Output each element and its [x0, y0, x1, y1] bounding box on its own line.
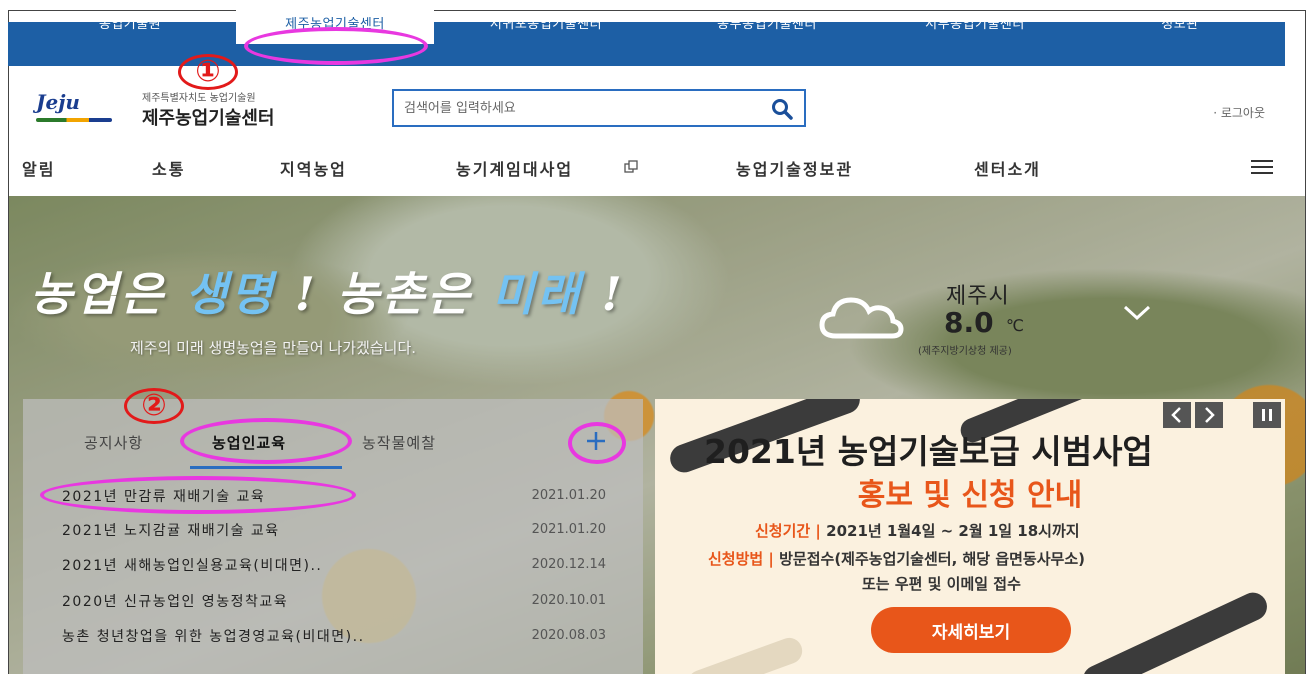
nav-item-about[interactable]: 센터소개 — [974, 156, 1041, 180]
method-label: 신청방법 | — [708, 550, 774, 568]
slogan-part: ! 농촌은 — [275, 267, 492, 321]
site-tab-agri-institute[interactable]: 농업기술원 — [40, 0, 220, 44]
list-item-date: 2021.01.20 — [531, 522, 606, 537]
period-label: 신청기간 | — [755, 522, 821, 540]
period-value: 2021년 1월4일 ~ 2월 1일 18시까지 — [820, 522, 1080, 540]
banner-prev-button[interactable] — [1163, 402, 1191, 428]
site-tab-seogwipo-center[interactable]: 서귀포농업기술센터 — [446, 0, 646, 44]
chevron-left-icon — [1171, 407, 1181, 423]
slogan-part: 농업은 — [30, 267, 185, 321]
weather-source: (제주지방기상청 제공) — [918, 346, 1012, 357]
banner-title: 2021년 농업기술보급 시범사업 — [704, 432, 1153, 471]
cloud-icon — [819, 297, 904, 339]
pause-icon — [1262, 409, 1272, 421]
hero-slogan: 농업은 생명 ! 농촌은 미래 ! — [30, 258, 625, 324]
slogan-part: ! — [582, 267, 625, 321]
banner-method-cont: 또는 우편 및 이메일 접수 — [862, 575, 1021, 593]
list-item-title[interactable]: 농촌 청년창업을 위한 농업경영교육(비대면).. — [62, 626, 365, 646]
search-input[interactable] — [404, 98, 754, 118]
external-link-icon — [624, 160, 638, 173]
nav-item-communication[interactable]: 소통 — [152, 156, 185, 180]
tab-crop-forecast[interactable]: 농작물예찰 — [362, 432, 436, 453]
weather-temperature: 8.0 — [944, 306, 994, 339]
more-plus-icon[interactable] — [583, 428, 609, 454]
logout-link[interactable]: · 로그아웃 — [1213, 104, 1265, 121]
list-item-title[interactable]: 2021년 노지감귤 재배기술 교육 — [62, 520, 280, 540]
view-details-button[interactable]: 자세히보기 — [871, 607, 1071, 653]
hamburger-menu-icon[interactable] — [1251, 160, 1273, 174]
active-tab-indicator — [190, 466, 342, 469]
list-item-title[interactable]: 2020년 신규농업인 영농정착교육 — [62, 591, 288, 611]
slogan-accent: 생명 — [184, 267, 276, 321]
banner-method: 신청방법 | 방문접수(제주농업기술센터, 해당 읍면동사무소) — [708, 548, 1085, 569]
hero-subtitle: 제주의 미래 생명농업을 만들어 나가겠습니다. — [130, 339, 417, 357]
logo-text: Jeju — [36, 90, 80, 114]
nav-item-regional-agriculture[interactable]: 지역농업 — [280, 156, 347, 180]
banner-decor-stripe — [1078, 588, 1272, 674]
org-name[interactable]: 제주농업기술센터 — [142, 104, 274, 130]
nav-item-notice[interactable]: 알림 — [22, 156, 55, 180]
list-item[interactable]: 2021년 노지감귤 재배기술 교육 2021.01.20 — [62, 520, 612, 542]
site-tab-jeju-center[interactable]: 제주농업기술센터 — [236, 0, 434, 44]
banner-next-button[interactable] — [1195, 402, 1223, 428]
banner-period: 신청기간 | 2021년 1월4일 ~ 2월 1일 18시까지 — [755, 520, 1080, 541]
list-item-date: 2020.12.14 — [531, 557, 606, 572]
list-item[interactable]: 2021년 새해농업인실용교육(비대면).. 2020.12.14 — [62, 555, 612, 577]
list-item-date: 2021.01.20 — [531, 488, 606, 503]
annotation-marker-2: ② — [124, 388, 184, 424]
search-icon[interactable] — [770, 97, 794, 121]
chevron-down-icon[interactable] — [1122, 304, 1152, 322]
tab-notice[interactable]: 공지사항 — [84, 432, 143, 453]
list-item[interactable]: 2020년 신규농업인 영농정착교육 2020.10.01 — [62, 591, 612, 613]
list-item[interactable]: 2021년 만감류 재배기술 교육 2021.01.20 — [62, 486, 612, 508]
logo-swoosh — [36, 118, 112, 122]
nav-item-tech-info[interactable]: 농업기술정보관 — [736, 156, 853, 180]
weather-unit: ℃ — [1006, 316, 1024, 335]
nav-item-machinery-rental[interactable]: 농기계임대사업 — [456, 156, 573, 180]
site-tab-east-center[interactable]: 동부농업기술센터 — [672, 0, 862, 44]
site-tab-info-hall[interactable]: 정보관 — [1090, 0, 1270, 44]
slogan-accent: 미래 — [491, 267, 583, 321]
search-box — [392, 89, 806, 127]
org-parent-name: 제주특별자치도 농업기술원 — [142, 93, 256, 104]
tab-farmer-education[interactable]: 농업인교육 — [212, 432, 286, 453]
banner-pause-button[interactable] — [1253, 402, 1281, 428]
banner-decor-stripe — [684, 634, 806, 674]
list-item-title[interactable]: 2021년 만감류 재배기술 교육 — [62, 486, 265, 506]
list-item[interactable]: 농촌 청년창업을 위한 농업경영교육(비대면).. 2020.08.03 — [62, 626, 612, 648]
list-item-date: 2020.10.01 — [531, 593, 606, 608]
list-item-title[interactable]: 2021년 새해농업인실용교육(비대면).. — [62, 555, 322, 575]
list-item-date: 2020.08.03 — [531, 628, 606, 643]
site-tab-west-center[interactable]: 서부농업기술센터 — [880, 0, 1070, 44]
chevron-right-icon — [1205, 407, 1215, 423]
jeju-logo[interactable]: Jeju — [36, 88, 126, 128]
method-value: 방문접수(제주농업기술센터, 해당 읍면동사무소) — [773, 550, 1085, 568]
annotation-marker-1: ① — [178, 54, 238, 90]
